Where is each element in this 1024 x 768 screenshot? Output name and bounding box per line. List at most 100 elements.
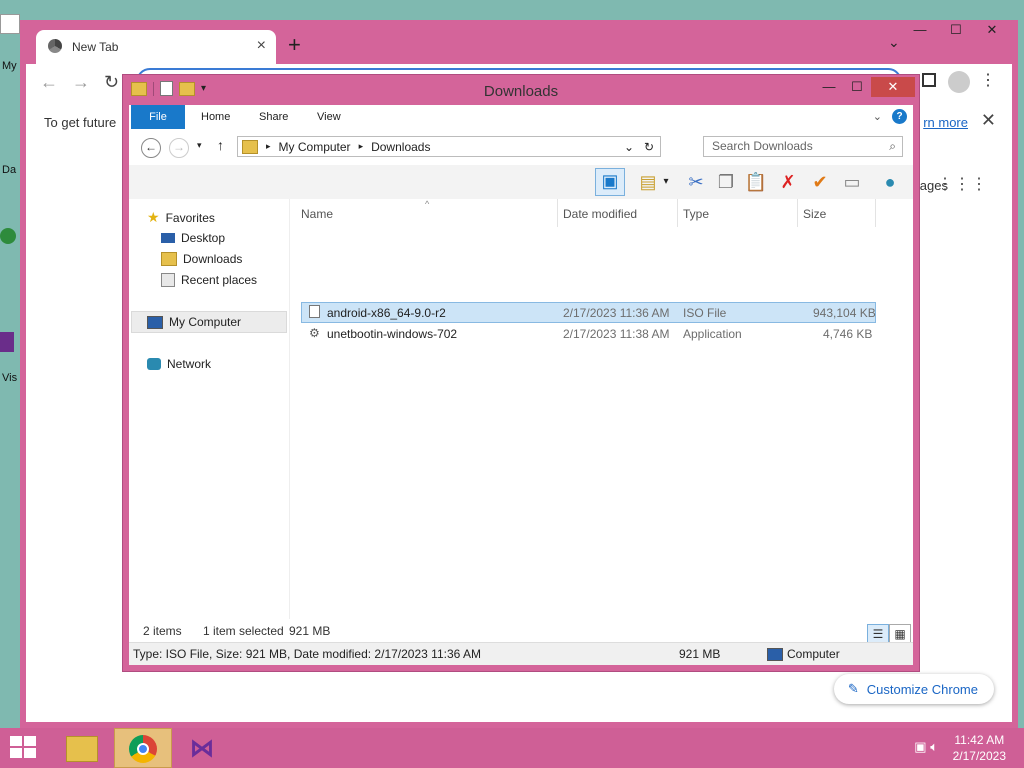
address-field[interactable]: ▸ My Computer ▸ Downloads ⌄ ↻ — [237, 136, 661, 157]
address-folder-icon — [242, 139, 258, 154]
taskbar-visual-studio[interactable]: ⋈ — [176, 728, 234, 768]
explorer-panes: ★ Favorites Desktop Downloads Recent pla… — [129, 199, 913, 619]
recent-locations-icon[interactable]: ▾ — [197, 140, 202, 151]
rename-icon[interactable]: ▭ — [839, 170, 865, 194]
organize-dropdown-icon[interactable]: ▾ — [659, 170, 673, 194]
desktop-icon-visual-studio[interactable] — [0, 332, 14, 352]
large-icons-view-icon[interactable]: ▦ — [889, 624, 911, 644]
cut-icon[interactable]: ✂ — [683, 170, 709, 194]
column-divider[interactable] — [875, 199, 876, 227]
tab-new-tab[interactable]: New Tab × — [36, 30, 276, 64]
tab-file[interactable]: File — [131, 105, 185, 129]
status-bar: 2 items 1 item selected 921 MB ☰ ▦ — [129, 619, 913, 644]
column-divider[interactable] — [677, 199, 678, 227]
file-name: android-x86_64-9.0-r2 — [327, 306, 446, 320]
chrome-maximize-button[interactable]: ☐ — [938, 22, 974, 38]
breadcrumb-separator-icon[interactable]: ▸ — [266, 141, 271, 152]
desktop-icon-my-computer[interactable] — [0, 14, 20, 34]
chrome-close-button[interactable]: ✕ — [974, 22, 1010, 38]
explorer-close-button[interactable]: ✕ — [871, 77, 915, 97]
start-button[interactable] — [10, 736, 38, 760]
refresh-icon[interactable]: ↻ — [644, 140, 654, 154]
column-divider[interactable] — [797, 199, 798, 227]
ribbon-expand-chevron-icon[interactable]: ⌄ — [873, 110, 882, 123]
tab-home[interactable]: Home — [201, 105, 230, 129]
tab-view[interactable]: View — [317, 105, 341, 129]
tab-title: New Tab — [72, 40, 119, 54]
select-icon[interactable]: ✔ — [807, 170, 833, 194]
address-bar: ← → ▾ ↑ ▸ My Computer ▸ Downloads ⌄ ↻ Se… — [129, 129, 913, 165]
infobar-learn-more-link[interactable]: rn more — [923, 115, 968, 130]
desktop-label-da: Da — [2, 164, 17, 176]
file-size: 4,746 KB — [823, 327, 873, 341]
nav-desktop[interactable]: Desktop — [161, 231, 225, 245]
file-size: 943,104 KB — [813, 306, 876, 320]
breadcrumb-separator-icon[interactable]: ▸ — [359, 141, 364, 152]
up-arrow-icon[interactable]: ↑ — [217, 137, 224, 153]
nav-favorites[interactable]: ★ Favorites — [147, 209, 215, 226]
customize-chrome-button[interactable]: ✎ Customize Chrome — [833, 674, 994, 704]
forward-arrow-icon[interactable]: → — [72, 72, 90, 93]
nav-desktop-label: Desktop — [181, 231, 226, 245]
pencil-icon: ✎ — [847, 681, 859, 696]
side-panel-icon[interactable] — [922, 73, 936, 87]
chrome-favicon-icon — [48, 39, 62, 53]
column-date-modified[interactable]: Date modified — [563, 207, 637, 221]
forward-button[interactable]: → — [169, 138, 189, 158]
chrome-icon-center — [137, 743, 149, 755]
address-dropdown-icon[interactable]: ⌄ — [624, 140, 634, 154]
back-button[interactable]: ← — [141, 138, 161, 158]
nav-network[interactable]: Network — [147, 357, 211, 371]
infobar-close-icon[interactable]: ✕ — [981, 110, 996, 131]
paste-icon[interactable]: 📋 — [743, 170, 769, 194]
nav-downloads-label: Downloads — [183, 252, 243, 266]
infobar-text: To get future — [44, 115, 117, 130]
reload-icon[interactable]: ↻ — [104, 72, 119, 93]
delete-icon[interactable]: ✗ — [775, 170, 801, 194]
nav-downloads[interactable]: Downloads — [161, 252, 242, 266]
new-tab-button[interactable]: + — [288, 32, 301, 58]
taskbar-file-explorer[interactable] — [52, 728, 110, 768]
recent-places-icon — [161, 273, 175, 287]
file-date: 2/17/2023 11:36 AM — [563, 306, 670, 320]
tab-search-chevron-icon[interactable]: ⌄ — [888, 34, 900, 51]
tab-close-icon[interactable]: × — [257, 37, 266, 55]
column-size[interactable]: Size — [803, 207, 826, 221]
search-input[interactable]: Search Downloads ⌕ — [703, 136, 903, 157]
breadcrumb-my-computer[interactable]: My Computer — [279, 140, 351, 154]
apps-grid-icon[interactable]: ⋮⋮⋮ — [937, 174, 988, 194]
back-arrow-icon[interactable]: ← — [40, 72, 58, 93]
volume-icon[interactable]: 🔈︎ — [930, 739, 938, 754]
downloads-folder-icon — [161, 252, 177, 266]
search-icon: ⌕ — [889, 139, 896, 153]
chrome-minimize-button[interactable]: — — [902, 22, 938, 38]
nav-recent-places[interactable]: Recent places — [161, 273, 257, 287]
desktop-icon — [161, 233, 175, 243]
details-view-icon[interactable]: ☰ — [867, 624, 889, 644]
column-divider[interactable] — [557, 199, 558, 227]
network-tray-icon[interactable]: ▣ — [914, 739, 926, 754]
tab-share[interactable]: Share — [259, 105, 288, 129]
taskbar-clock[interactable]: 11:42 AM 2/17/2023 — [953, 732, 1006, 764]
preview-pane-icon[interactable]: ▣ — [595, 168, 625, 196]
nav-favorites-label: Favorites — [165, 210, 215, 225]
explorer-maximize-button[interactable]: ☐ — [843, 77, 871, 97]
column-type[interactable]: Type — [683, 207, 709, 221]
explorer-minimize-button[interactable]: — — [815, 77, 843, 97]
breadcrumb-downloads[interactable]: Downloads — [371, 140, 430, 154]
copy-icon[interactable]: ❐ — [713, 170, 739, 194]
nav-my-computer[interactable]: My Computer — [147, 315, 241, 329]
desktop-icon-app[interactable] — [0, 228, 16, 244]
help-icon[interactable]: ? — [892, 109, 907, 124]
file-type: Application — [683, 327, 742, 341]
profile-avatar-icon[interactable] — [948, 71, 970, 93]
tray-icons: ▣ 🔈︎ — [914, 739, 938, 755]
sort-indicator-icon: ^ — [425, 199, 430, 209]
column-name[interactable]: Name — [301, 207, 333, 221]
file-explorer-icon — [66, 736, 98, 762]
chrome-menu-icon[interactable]: ⋮ — [980, 70, 996, 90]
network-globe-icon[interactable]: ● — [877, 170, 903, 194]
file-date: 2/17/2023 11:38 AM — [563, 327, 670, 341]
organize-icon[interactable]: ▤ — [635, 170, 661, 194]
taskbar-chrome[interactable] — [114, 728, 172, 768]
